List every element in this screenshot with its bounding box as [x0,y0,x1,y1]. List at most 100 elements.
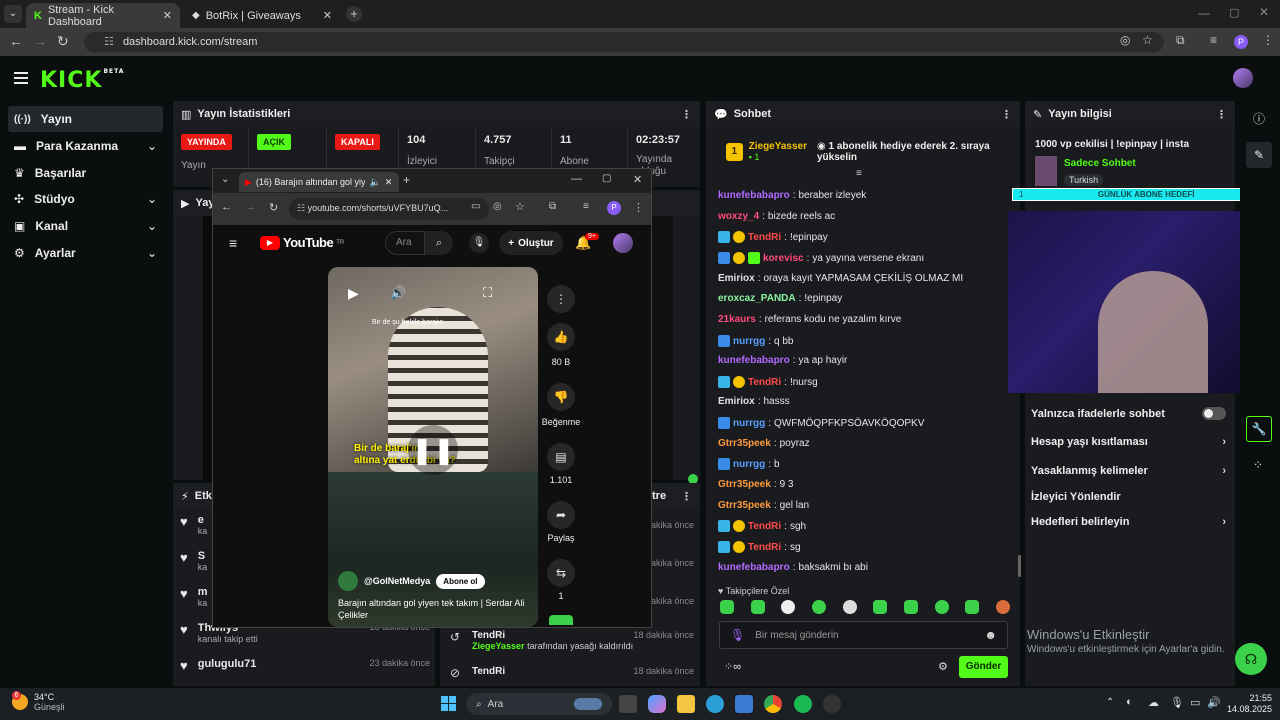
activity-user[interactable]: m [198,586,208,598]
activity-user[interactable]: e [198,514,208,526]
more-actions-icon[interactable]: ⋮ [547,285,575,313]
emote-icon[interactable] [934,600,949,614]
chat-username[interactable]: nurrgg [733,459,765,470]
chat-username[interactable]: eroxcaz_PANDA [718,293,796,304]
forward-icon[interactable]: → [33,33,47,49]
emote-icon[interactable] [842,600,857,614]
minimize-window-icon[interactable]: — [571,173,582,185]
profile-avatar[interactable]: P [607,201,621,215]
chat-username[interactable]: kunefebabapro [718,355,790,366]
chat-username[interactable]: Gtrr35peek [718,479,771,490]
taskbar-search[interactable]: ⌕ Ara [466,693,612,715]
tray-volume-icon[interactable]: 🔊 [1207,696,1221,709]
sound-thumbnail[interactable] [549,615,573,625]
chat-input[interactable]: 🎙 Bir mesaj gönderin ☻ [719,621,1008,649]
site-info-icon[interactable]: ☷ [104,36,114,48]
remix-icon[interactable]: ⇆ [547,559,575,587]
forward-icon[interactable]: → [245,201,256,213]
browser-menu-icon[interactable]: ⋮ [1262,33,1274,47]
setting-emote-only[interactable]: Yalnızca ifadelerle sohbet [1031,407,1226,420]
yt-search-button[interactable]: ⌕ [425,231,453,255]
start-button[interactable] [441,696,456,711]
hamburger-menu-icon[interactable] [14,72,28,84]
browser-tab-kick[interactable]: K Stream - Kick Dashboard ✕ [26,3,180,28]
file-explorer-icon[interactable] [677,695,695,713]
close-window-icon[interactable]: ✕ [633,173,642,186]
tray-app-icon[interactable]: ◐ [1126,696,1133,708]
taskbar-clock[interactable]: 21:55 14.08.2025 [1226,693,1272,715]
dislike-icon[interactable]: 👎 [547,383,575,411]
channel-name[interactable]: @GolNetMedya [364,576,430,586]
yt-hamburger-icon[interactable]: ≡ [229,235,237,251]
activity-user[interactable]: S [198,550,208,562]
more-options-icon[interactable]: ⋮ [681,490,692,503]
chat-username[interactable]: korevisc [763,253,804,264]
chat-scrollbar[interactable] [1018,555,1021,577]
extensions-icon[interactable]: ⧉ [549,201,556,212]
send-button[interactable]: Gönder [959,656,1008,678]
close-tab-icon[interactable]: ✕ [385,177,393,188]
close-tab-icon[interactable]: ✕ [323,9,332,22]
sidebar-item-kanal[interactable]: ▣ Kanal ⌄ [8,213,163,239]
youtube-logo[interactable]: ▶ YouTube TR [260,235,344,250]
close-tab-icon[interactable]: ✕ [163,9,172,22]
weather-widget[interactable]: 6 34°C Güneşli [12,691,65,712]
channel-avatar[interactable] [338,571,358,591]
task-view-icon[interactable] [619,695,637,713]
points-icon[interactable]: ⁘∞ [724,660,741,673]
emote-icon[interactable] [720,600,734,614]
tray-app-icon[interactable]: ☁ [1148,696,1159,709]
sidebar-item-para-kazanma[interactable]: ▬ Para Kazanma ⌄ [8,133,163,159]
setting-account-age[interactable]: Hesap yaşı kısıtlaması › [1031,436,1226,448]
tray-mic-icon[interactable]: 🎙 [1170,696,1184,709]
yt-avatar[interactable] [613,233,633,253]
reload-icon[interactable]: ↻ [57,33,69,50]
close-window-icon[interactable]: ✕ [1259,5,1269,19]
copilot-icon[interactable] [648,695,666,713]
chat-username[interactable]: 21kaurs [718,314,756,325]
microphone-icon[interactable]: 🎙 [730,628,745,642]
chat-username[interactable]: Emiriox [718,396,755,407]
comments-icon[interactable]: ▤ [547,443,575,471]
minimize-window-icon[interactable]: — [1198,6,1210,20]
chat-scroll-indicator-icon[interactable]: ≡ [856,168,862,179]
obs-icon[interactable] [823,695,841,713]
setting-banned-words[interactable]: Yasaklanmış kelimeler › [1031,465,1226,477]
new-tab-icon[interactable]: + [346,6,362,22]
tray-chevron-icon[interactable]: ⌃ [1106,697,1114,708]
wrench-icon[interactable]: 🔧 [1246,416,1272,442]
setting-goals[interactable]: Hedefleri belirleyin › [1031,516,1226,528]
apps-icon[interactable]: ⁘ [1253,458,1263,472]
new-tab-icon[interactable]: + [403,173,410,187]
sidebar-item-studyo[interactable]: ✣ Stüdyo ⌄ [8,186,163,212]
toggle-switch[interactable] [1202,407,1226,420]
edit-icon[interactable]: ✎ [1246,142,1272,168]
emote-icon[interactable] [995,600,1010,614]
browser-tab-botrix[interactable]: ◆ BotRix | Giveaways ✕ [184,3,340,28]
chat-username[interactable]: Gtrr35peek [718,438,771,449]
like-icon[interactable]: 👍 [547,323,575,351]
category-name[interactable]: Sadece Sohbet [1064,158,1136,169]
pinned-user[interactable]: ZiegeYasser [749,141,807,152]
address-bar[interactable]: ☷ dashboard.kick.com/stream [84,32,1164,52]
emoji-picker-icon[interactable]: ☻ [984,628,997,642]
pause-icon[interactable]: ❚❚ [408,425,458,475]
user-avatar[interactable] [1233,68,1253,88]
yt-search-input[interactable]: Ara [385,231,425,255]
chat-username[interactable]: woxzy_4 [718,211,759,222]
chat-username[interactable]: TendRi [748,521,781,532]
play-icon[interactable]: ▶ [348,285,359,302]
popup-menu-icon[interactable]: ⌄ [221,174,229,185]
chat-username[interactable]: nurrgg [733,336,765,347]
chat-username[interactable]: Emiriox [718,273,755,284]
popup-address-bar[interactable]: ☷ youtube.com/shorts/uVFYBU7uQ... [289,198,489,220]
fullscreen-icon[interactable]: ⛶ [483,285,492,301]
cast-icon[interactable]: ▭ [471,201,480,212]
chat-username[interactable]: nurrgg [733,418,765,429]
chat-username[interactable]: kunefebabapro [718,190,790,201]
more-options-icon[interactable]: ⋮ [1216,108,1227,121]
chat-username[interactable]: Gtrr35peek [718,500,771,511]
restore-window-icon[interactable]: ▢ [1229,6,1239,19]
pinned-gift-banner[interactable]: 1 ZiegeYasser ▪ 1 ◉ 1 abonelik hediye ed… [726,137,1016,167]
shorts-video-player[interactable]: ▶ 🔊 ⛶ Bir de şu frekile barajın Bir de b… [328,267,538,627]
